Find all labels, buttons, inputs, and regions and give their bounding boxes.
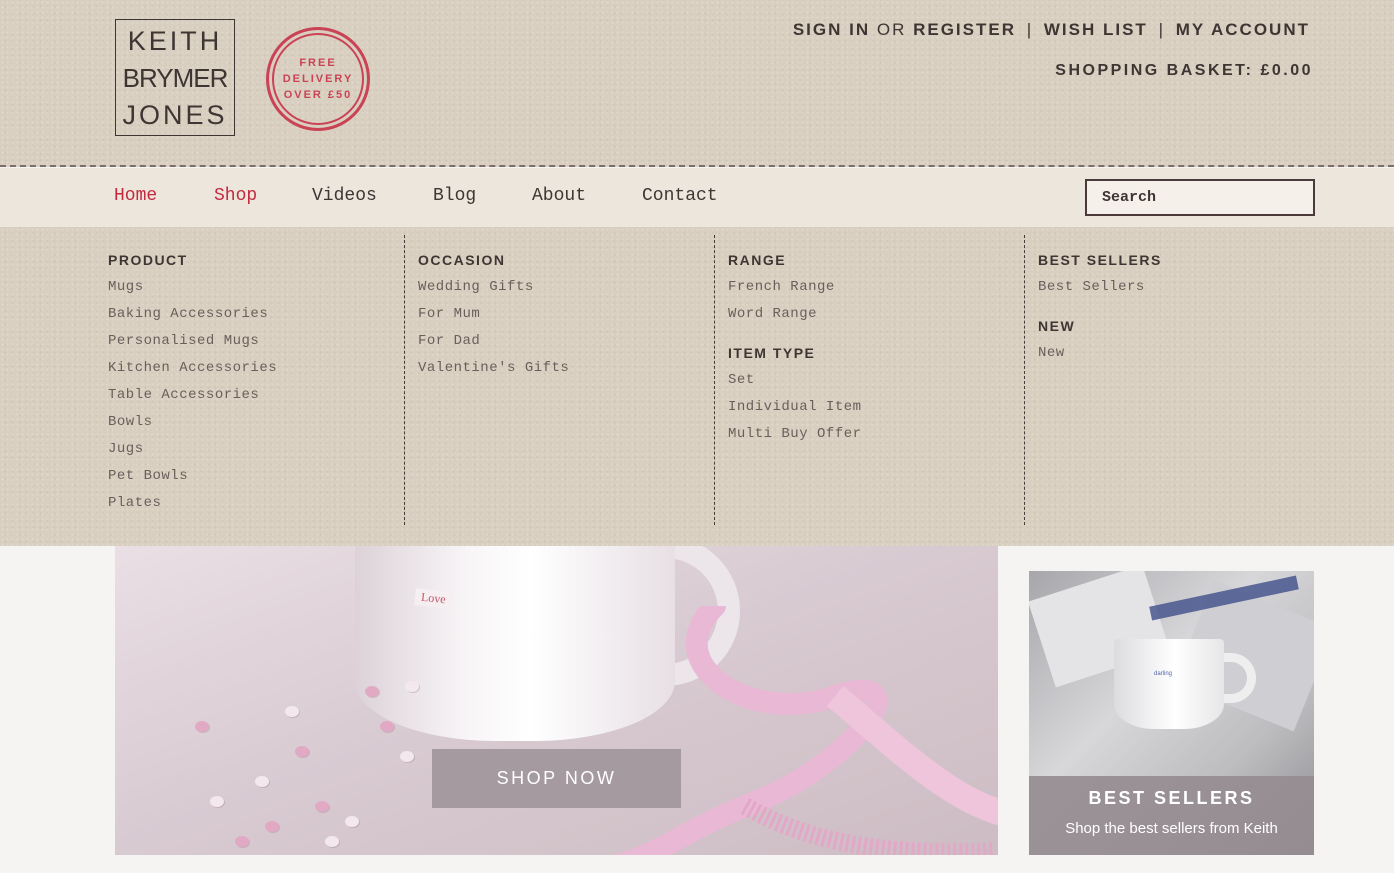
stamp-line-1: FREE <box>299 57 337 69</box>
menu-link-table-accessories[interactable]: Table Accessories <box>108 387 277 414</box>
candy-heart <box>325 836 339 847</box>
my-account-link[interactable]: MY ACCOUNT <box>1176 20 1310 39</box>
candy-heart <box>345 816 359 827</box>
menu-link-multi-buy-offer[interactable]: Multi Buy Offer <box>728 426 862 453</box>
menu-column-range: RANGE French Range Word Range ITEM TYPE … <box>714 235 1024 525</box>
nav-videos[interactable]: Videos <box>312 186 377 206</box>
shop-now-button[interactable]: SHOP NOW <box>432 749 681 808</box>
menu-heading-occasion: OCCASION <box>418 252 506 268</box>
nav-home[interactable]: Home <box>114 186 157 206</box>
candy-heart <box>235 836 249 847</box>
candy-heart <box>210 796 224 807</box>
candy-heart <box>195 721 209 732</box>
menu-link-bowls[interactable]: Bowls <box>108 414 277 441</box>
menu-heading-range: RANGE <box>728 252 787 268</box>
menu-link-for-mum[interactable]: For Mum <box>418 306 569 333</box>
menu-link-mugs[interactable]: Mugs <box>108 279 277 306</box>
menu-heading-item-type: ITEM TYPE <box>728 345 816 361</box>
hero-banner[interactable]: Love SHOP NOW <box>115 546 998 855</box>
main-nav: Home Shop Videos Blog About Contact <box>0 168 1394 227</box>
account-links: SIGN IN OR REGISTER | WISH LIST | MY ACC… <box>793 20 1310 40</box>
candy-heart <box>405 681 419 692</box>
separator: | <box>1026 20 1034 39</box>
shopping-basket-link[interactable]: SHOPPING BASKET: £0.00 <box>1055 62 1313 80</box>
menu-heading-best-sellers: BEST SELLERS <box>1038 252 1162 268</box>
candy-heart <box>255 776 269 787</box>
promo-subtitle[interactable]: Shop the best sellers from Keith <box>1029 820 1314 837</box>
menu-link-new[interactable]: New <box>1038 345 1162 372</box>
search-input[interactable] <box>1085 179 1315 216</box>
hero-ribbon-image <box>613 606 998 855</box>
menu-link-jugs[interactable]: Jugs <box>108 441 277 468</box>
promo-mug-word: darling <box>1154 671 1173 677</box>
menu-link-pet-bowls[interactable]: Pet Bowls <box>108 468 277 495</box>
logo-line-3: JONES <box>122 99 228 130</box>
separator: | <box>1158 20 1165 39</box>
candy-heart <box>295 746 309 757</box>
menu-link-plates[interactable]: Plates <box>108 495 277 522</box>
shop-mega-menu: PRODUCT Mugs Baking Accessories Personal… <box>0 227 1394 546</box>
stamp-line-3: OVER £50 <box>283 89 353 101</box>
menu-link-personalised-mugs[interactable]: Personalised Mugs <box>108 333 277 360</box>
nav-contact[interactable]: Contact <box>642 186 718 206</box>
logo-line-1: KEITH <box>127 25 223 56</box>
stamp-line-2: DELIVERY <box>282 73 354 85</box>
site-header: KEITH BRYMER JONES FREE DELIVERY OVER £5… <box>0 0 1394 167</box>
or-text: OR <box>876 20 907 39</box>
menu-link-valentines-gifts[interactable]: Valentine's Gifts <box>418 360 569 387</box>
menu-link-best-sellers[interactable]: Best Sellers <box>1038 279 1162 306</box>
candy-heart <box>285 706 299 717</box>
register-link[interactable]: REGISTER <box>913 20 1016 39</box>
menu-link-individual-item[interactable]: Individual Item <box>728 399 862 426</box>
promo-mug-image <box>1114 639 1224 729</box>
menu-link-wedding-gifts[interactable]: Wedding Gifts <box>418 279 569 306</box>
sign-in-link[interactable]: SIGN IN <box>793 20 870 39</box>
menu-column-product: PRODUCT Mugs Baking Accessories Personal… <box>108 235 404 525</box>
candy-heart <box>365 686 379 697</box>
menu-link-set[interactable]: Set <box>728 372 862 399</box>
menu-column-best-sellers: BEST SELLERS Best Sellers NEW New <box>1024 235 1314 525</box>
menu-link-for-dad[interactable]: For Dad <box>418 333 569 360</box>
candy-heart <box>380 721 394 732</box>
promo-title[interactable]: BEST SELLERS <box>1029 788 1314 809</box>
candy-heart <box>265 821 279 832</box>
promo-caption: BEST SELLERS Shop the best sellers from … <box>1029 776 1314 855</box>
candy-heart <box>315 801 329 812</box>
wish-list-link[interactable]: WISH LIST <box>1044 20 1148 39</box>
nav-about[interactable]: About <box>532 186 586 206</box>
menu-link-word-range[interactable]: Word Range <box>728 306 862 333</box>
logo-line-2: BRYMER <box>122 62 229 93</box>
menu-heading-new: NEW <box>1038 318 1076 334</box>
menu-link-baking-accessories[interactable]: Baking Accessories <box>108 306 277 333</box>
candy-heart <box>400 751 414 762</box>
menu-link-kitchen-accessories[interactable]: Kitchen Accessories <box>108 360 277 387</box>
best-sellers-promo[interactable]: darling BEST SELLERS Shop the best selle… <box>1029 571 1314 855</box>
brand-logo[interactable]: KEITH BRYMER JONES <box>115 19 235 136</box>
nav-blog[interactable]: Blog <box>433 186 476 206</box>
menu-heading-product: PRODUCT <box>108 252 188 268</box>
nav-shop[interactable]: Shop <box>214 186 257 206</box>
free-delivery-stamp: FREE DELIVERY OVER £50 <box>266 27 370 131</box>
menu-link-french-range[interactable]: French Range <box>728 279 862 306</box>
menu-column-occasion: OCCASION Wedding Gifts For Mum For Dad V… <box>404 235 714 525</box>
